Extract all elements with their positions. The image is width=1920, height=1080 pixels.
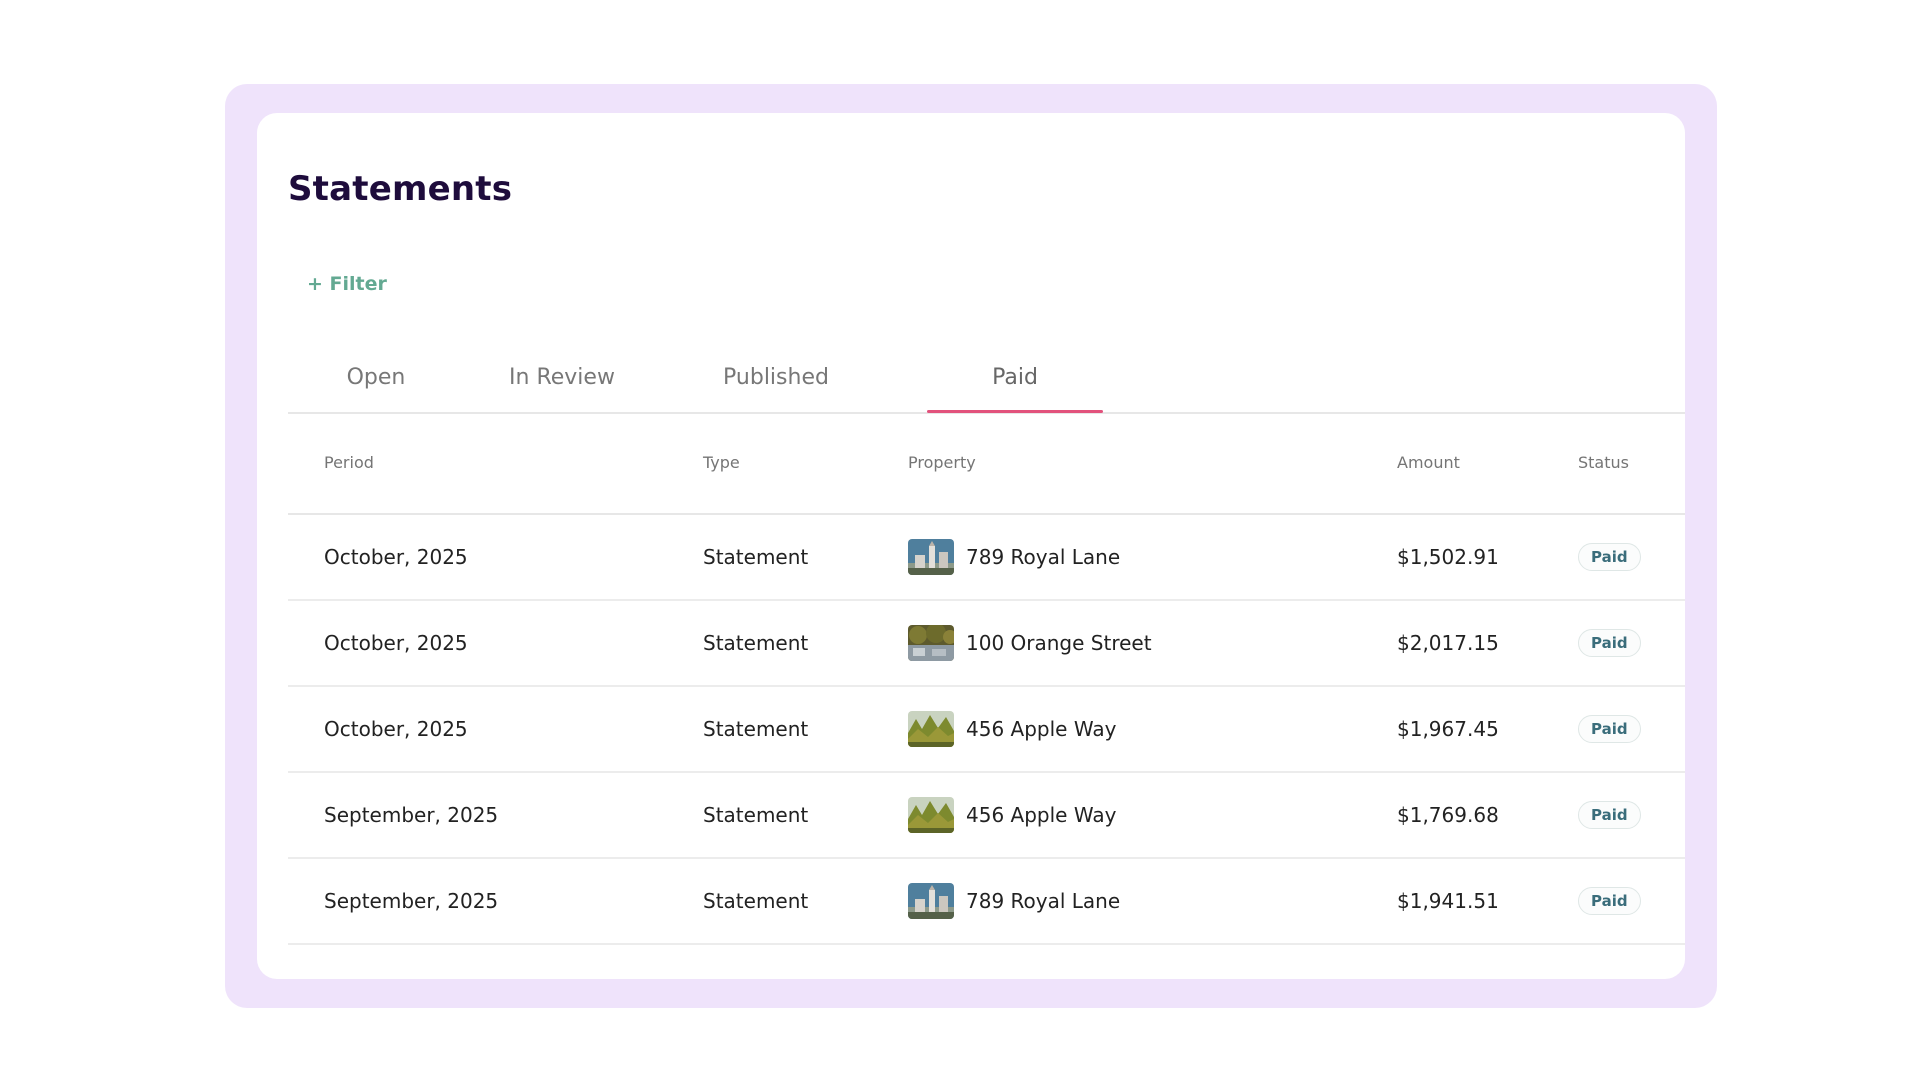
property-name: 456 Apple Way	[966, 717, 1117, 741]
status-badge: Paid	[1578, 629, 1641, 657]
statements-card: Statements + Filter Open In Review Publi…	[257, 113, 1685, 979]
status-badge: Paid	[1578, 887, 1641, 915]
property-cell[interactable]: 456 Apple Way	[908, 773, 1116, 857]
status-cell: Paid	[1578, 687, 1641, 771]
table-row[interactable]: October, 2025 Statement	[288, 601, 1685, 687]
amount-cell: $1,967.45	[1397, 717, 1499, 741]
period-cell: October, 2025	[324, 545, 468, 569]
status-cell: Paid	[1578, 515, 1641, 599]
table-row[interactable]: September, 2025 Statement 456 Apple Way …	[288, 773, 1685, 859]
table-header: Period Type Property Amount Status	[288, 415, 1685, 515]
property-name: 789 Royal Lane	[966, 889, 1121, 913]
property-cell[interactable]: 789 Royal Lane	[908, 859, 1120, 943]
tab-in-review[interactable]: In Review	[474, 343, 650, 412]
property-name: 789 Royal Lane	[966, 545, 1121, 569]
type-column-header[interactable]: Type	[703, 453, 740, 472]
status-cell: Paid	[1578, 859, 1641, 943]
status-cell: Paid	[1578, 773, 1641, 857]
add-filter-button[interactable]: + Filter	[307, 273, 387, 295]
amount-cell: $2,017.15	[1397, 631, 1499, 655]
property-cell[interactable]: 789 Royal Lane	[908, 515, 1120, 599]
apple-way-thumbnail-icon	[908, 797, 954, 833]
type-cell: Statement	[703, 803, 809, 827]
type-cell: Statement	[703, 631, 809, 655]
tab-published[interactable]: Published	[688, 343, 864, 412]
table-row[interactable]: October, 2025 Statement 456 Apple Way $1…	[288, 687, 1685, 773]
orange-street-thumbnail-icon	[908, 625, 954, 661]
statements-table: Period Type Property Amount Status Octob…	[288, 415, 1685, 945]
period-cell: September, 2025	[324, 803, 499, 827]
amount-cell: $1,769.68	[1397, 803, 1499, 827]
amount-column-header[interactable]: Amount	[1397, 453, 1460, 472]
type-cell: Statement	[703, 889, 809, 913]
status-tabs: Open In Review Published Paid	[288, 343, 1685, 414]
period-cell: October, 2025	[324, 631, 468, 655]
royal-lane-thumbnail-icon	[908, 883, 954, 919]
period-column-header[interactable]: Period	[324, 453, 374, 472]
property-name: 100 Orange Street	[966, 631, 1152, 655]
type-cell: Statement	[703, 545, 809, 569]
property-cell[interactable]: 456 Apple Way	[908, 687, 1116, 771]
property-cell[interactable]: 100 Orange Street	[908, 601, 1152, 685]
property-name: 456 Apple Way	[966, 803, 1117, 827]
status-badge: Paid	[1578, 543, 1641, 571]
royal-lane-thumbnail-icon	[908, 539, 954, 575]
status-column-header[interactable]: Status	[1578, 453, 1629, 472]
status-badge: Paid	[1578, 715, 1641, 743]
amount-cell: $1,502.91	[1397, 545, 1499, 569]
apple-way-thumbnail-icon	[908, 711, 954, 747]
tab-open[interactable]: Open	[288, 343, 464, 412]
amount-cell: $1,941.51	[1397, 889, 1499, 913]
period-cell: September, 2025	[324, 889, 499, 913]
page-title: Statements	[288, 169, 513, 209]
type-cell: Statement	[703, 717, 809, 741]
table-row[interactable]: October, 2025 Statement	[288, 515, 1685, 601]
table-row[interactable]: September, 2025 Statement 789 Royal Lane…	[288, 859, 1685, 945]
statements-frame: Statements + Filter Open In Review Publi…	[225, 84, 1717, 1008]
tab-paid[interactable]: Paid	[927, 343, 1103, 413]
period-cell: October, 2025	[324, 717, 468, 741]
property-column-header[interactable]: Property	[908, 453, 976, 472]
status-cell: Paid	[1578, 601, 1641, 685]
status-badge: Paid	[1578, 801, 1641, 829]
